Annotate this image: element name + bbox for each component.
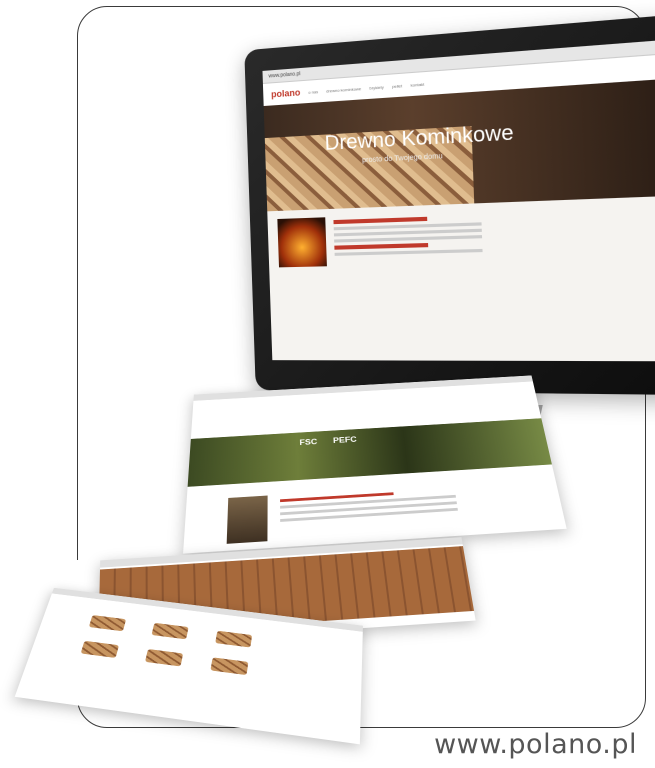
nav-item-4[interactable]: pellet bbox=[392, 83, 402, 89]
text-lines bbox=[280, 488, 458, 525]
product-item[interactable] bbox=[88, 615, 127, 632]
nav-item-3[interactable]: brykiety bbox=[369, 84, 383, 90]
product-item[interactable] bbox=[80, 640, 120, 658]
product-item[interactable] bbox=[215, 630, 253, 648]
article-text-lines bbox=[333, 212, 483, 266]
hero-title: Drewno Kominkowe bbox=[324, 121, 515, 155]
product-item[interactable] bbox=[151, 622, 189, 640]
site-logo[interactable]: polano bbox=[271, 87, 301, 99]
fireplace-image bbox=[277, 217, 327, 268]
product-item[interactable] bbox=[144, 648, 184, 667]
nav-item-2[interactable]: drewno kominkowe bbox=[326, 86, 361, 94]
person-photo bbox=[226, 495, 268, 544]
pefc-logo: PEFC bbox=[332, 434, 357, 445]
page-preview-forest: FSC PEFC bbox=[183, 375, 567, 554]
nav-item-5[interactable]: kontakt bbox=[411, 81, 425, 87]
forest-banner bbox=[187, 418, 552, 487]
product-grid bbox=[80, 615, 303, 682]
nav-item-1[interactable]: o nas bbox=[308, 89, 318, 95]
content-section bbox=[267, 196, 655, 275]
fsc-logo: FSC bbox=[299, 437, 318, 447]
product-item[interactable] bbox=[210, 657, 249, 676]
monitor: www.polano.pl polano o nas drewno komink… bbox=[244, 14, 655, 396]
website-url: www.polano.pl bbox=[434, 729, 637, 760]
monitor-screen: www.polano.pl polano o nas drewno komink… bbox=[262, 40, 655, 362]
